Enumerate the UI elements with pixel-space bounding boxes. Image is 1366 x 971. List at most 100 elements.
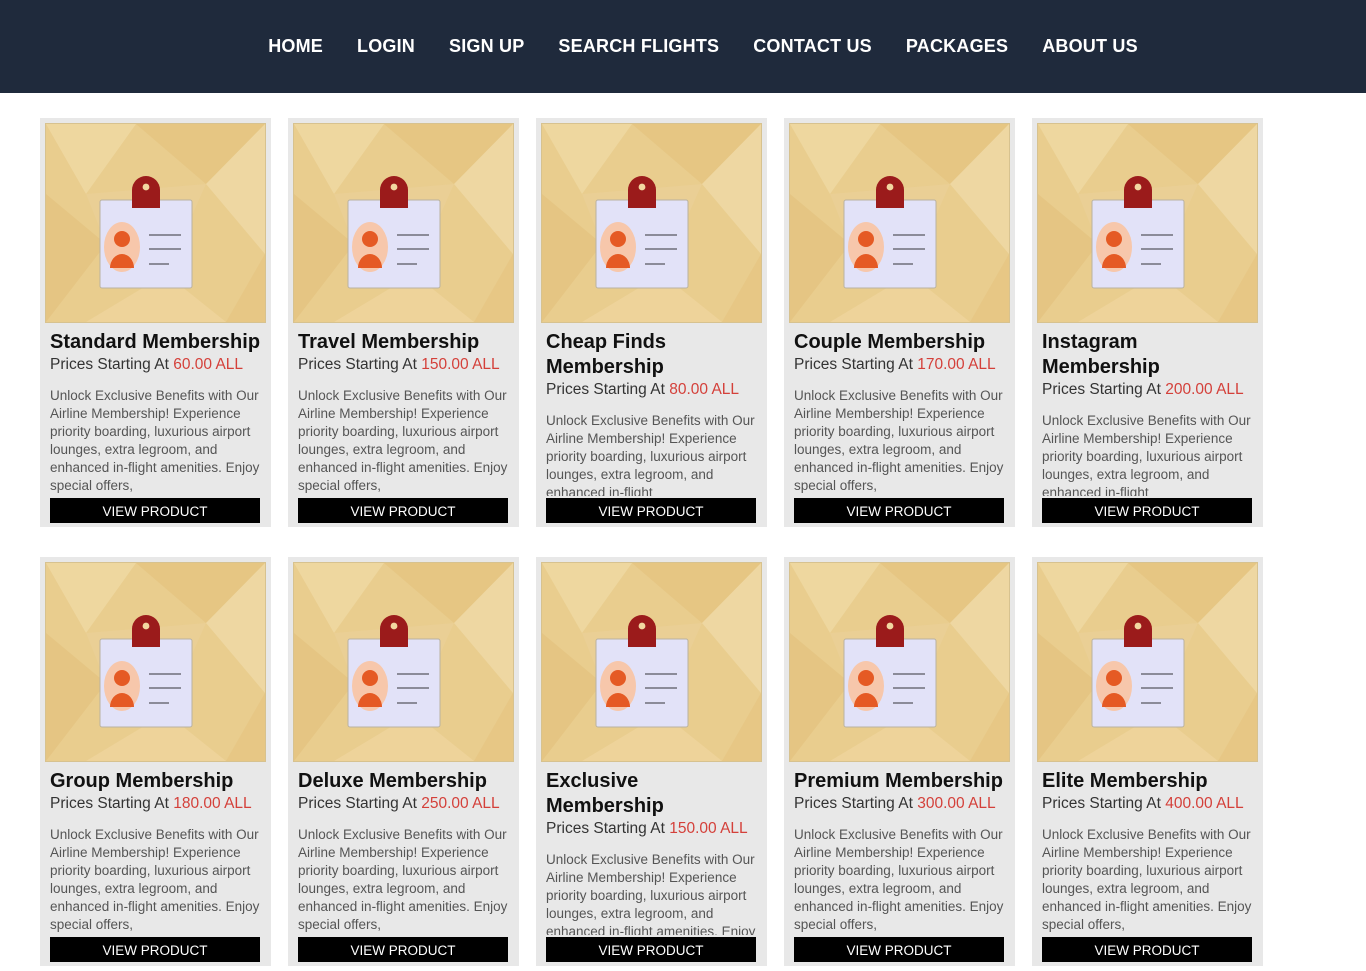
card-body: Travel Membership Prices Starting At 150…: [298, 330, 510, 375]
nav-item-search-flights: SEARCH FLIGHTS: [558, 36, 719, 57]
product-price: Prices Starting At 150.00 ALL: [546, 819, 758, 839]
card-body: Standard Membership Prices Starting At 6…: [50, 330, 262, 375]
description-container: Unlock Exclusive Benefits with Our Airli…: [794, 814, 1006, 935]
view-product-button[interactable]: VIEW PRODUCT: [298, 498, 508, 523]
view-product-button[interactable]: VIEW PRODUCT: [794, 498, 1004, 523]
card-body: Deluxe Membership Prices Starting At 250…: [298, 769, 510, 814]
product-price: Prices Starting At 150.00 ALL: [298, 355, 510, 375]
price-label: Prices Starting At: [546, 820, 670, 837]
price-label: Prices Starting At: [298, 356, 422, 373]
membership-id-badge-icon: [790, 124, 1009, 322]
view-product-button[interactable]: VIEW PRODUCT: [794, 937, 1004, 962]
nav-item-sign-up: SIGN UP: [449, 36, 524, 57]
card-body: Exclusive Membership Prices Starting At …: [546, 769, 758, 839]
view-product-button[interactable]: VIEW PRODUCT: [50, 498, 260, 523]
product-description: Unlock Exclusive Benefits with Our Airli…: [1042, 827, 1252, 932]
product-card: Instagram Membership Prices Starting At …: [1032, 118, 1263, 527]
product-title[interactable]: Premium Membership: [794, 769, 1006, 794]
view-product-button[interactable]: VIEW PRODUCT: [546, 937, 756, 962]
product-card: Premium Membership Prices Starting At 30…: [784, 557, 1015, 966]
description-container: Unlock Exclusive Benefits with Our Airli…: [1042, 814, 1254, 935]
product-image[interactable]: [293, 562, 514, 762]
product-title[interactable]: Instagram Membership: [1042, 330, 1254, 380]
card-body: Instagram Membership Prices Starting At …: [1042, 330, 1254, 400]
product-image[interactable]: [541, 562, 762, 762]
product-title[interactable]: Couple Membership: [794, 330, 1006, 355]
product-image[interactable]: [45, 562, 266, 762]
price-label: Prices Starting At: [50, 795, 174, 812]
product-card: Exclusive Membership Prices Starting At …: [536, 557, 767, 966]
product-grid: Standard Membership Prices Starting At 6…: [40, 118, 1263, 966]
product-description: Unlock Exclusive Benefits with Our Airli…: [298, 388, 508, 493]
membership-id-badge-icon: [1038, 563, 1257, 761]
nav-item-home: HOME: [268, 36, 323, 57]
product-image[interactable]: [293, 123, 514, 323]
product-price: Prices Starting At 400.00 ALL: [1042, 794, 1254, 814]
product-title[interactable]: Elite Membership: [1042, 769, 1254, 794]
card-body: Elite Membership Prices Starting At 400.…: [1042, 769, 1254, 814]
price-amount: 250.00 ALL: [421, 795, 500, 812]
product-description: Unlock Exclusive Benefits with Our Airli…: [50, 388, 260, 493]
price-label: Prices Starting At: [1042, 795, 1166, 812]
nav-item-contact-us: CONTACT US: [753, 36, 872, 57]
membership-id-badge-icon: [46, 563, 265, 761]
membership-id-badge-icon: [1038, 124, 1257, 322]
nav-link-home[interactable]: HOME: [268, 36, 323, 56]
product-price: Prices Starting At 200.00 ALL: [1042, 380, 1254, 400]
nav-link-about-us[interactable]: ABOUT US: [1042, 36, 1138, 56]
price-amount: 60.00 ALL: [173, 356, 244, 373]
card-body: Group Membership Prices Starting At 180.…: [50, 769, 262, 814]
product-image[interactable]: [789, 123, 1010, 323]
price-label: Prices Starting At: [546, 381, 670, 398]
product-title[interactable]: Cheap Finds Membership: [546, 330, 758, 380]
description-container: Unlock Exclusive Benefits with Our Airli…: [1042, 400, 1254, 496]
product-card: Deluxe Membership Prices Starting At 250…: [288, 557, 519, 966]
product-title[interactable]: Deluxe Membership: [298, 769, 510, 794]
product-image[interactable]: [789, 562, 1010, 762]
view-product-button[interactable]: VIEW PRODUCT: [1042, 937, 1252, 962]
membership-id-badge-icon: [542, 563, 761, 761]
product-image[interactable]: [45, 123, 266, 323]
product-price: Prices Starting At 250.00 ALL: [298, 794, 510, 814]
view-product-button[interactable]: VIEW PRODUCT: [546, 498, 756, 523]
product-image[interactable]: [541, 123, 762, 323]
product-title[interactable]: Exclusive Membership: [546, 769, 758, 819]
view-product-button[interactable]: VIEW PRODUCT: [50, 937, 260, 962]
card-body: Couple Membership Prices Starting At 170…: [794, 330, 1006, 375]
nav-link-login[interactable]: LOGIN: [357, 36, 415, 56]
membership-id-badge-icon: [46, 124, 265, 322]
product-price: Prices Starting At 80.00 ALL: [546, 380, 758, 400]
nav-link-sign-up[interactable]: SIGN UP: [449, 36, 524, 56]
price-amount: 400.00 ALL: [1165, 795, 1244, 812]
view-product-button[interactable]: VIEW PRODUCT: [298, 937, 508, 962]
card-body: Premium Membership Prices Starting At 30…: [794, 769, 1006, 814]
nav-link-contact-us[interactable]: CONTACT US: [753, 36, 872, 56]
nav-item-about-us: ABOUT US: [1042, 36, 1138, 57]
price-label: Prices Starting At: [298, 795, 422, 812]
price-amount: 150.00 ALL: [669, 820, 748, 837]
product-price: Prices Starting At 180.00 ALL: [50, 794, 262, 814]
membership-id-badge-icon: [294, 563, 513, 761]
nav-menu: HOME LOGIN SIGN UP SEARCH FLIGHTS CONTAC…: [268, 36, 1138, 57]
product-image[interactable]: [1037, 123, 1258, 323]
product-card: Standard Membership Prices Starting At 6…: [40, 118, 271, 527]
product-title[interactable]: Standard Membership: [50, 330, 262, 355]
product-description: Unlock Exclusive Benefits with Our Airli…: [794, 827, 1004, 932]
price-amount: 80.00 ALL: [669, 381, 740, 398]
product-description: Unlock Exclusive Benefits with Our Airli…: [50, 827, 260, 932]
product-price: Prices Starting At 60.00 ALL: [50, 355, 262, 375]
price-label: Prices Starting At: [1042, 381, 1166, 398]
product-title[interactable]: Travel Membership: [298, 330, 510, 355]
product-price: Prices Starting At 170.00 ALL: [794, 355, 1006, 375]
price-label: Prices Starting At: [50, 356, 174, 373]
nav-link-search-flights[interactable]: SEARCH FLIGHTS: [558, 36, 719, 56]
product-card: Group Membership Prices Starting At 180.…: [40, 557, 271, 966]
price-amount: 170.00 ALL: [917, 356, 996, 373]
product-card: Elite Membership Prices Starting At 400.…: [1032, 557, 1263, 966]
product-title[interactable]: Group Membership: [50, 769, 262, 794]
product-image[interactable]: [1037, 562, 1258, 762]
nav-link-packages[interactable]: PACKAGES: [906, 36, 1008, 56]
view-product-button[interactable]: VIEW PRODUCT: [1042, 498, 1252, 523]
price-amount: 300.00 ALL: [917, 795, 996, 812]
description-container: Unlock Exclusive Benefits with Our Airli…: [50, 814, 262, 935]
